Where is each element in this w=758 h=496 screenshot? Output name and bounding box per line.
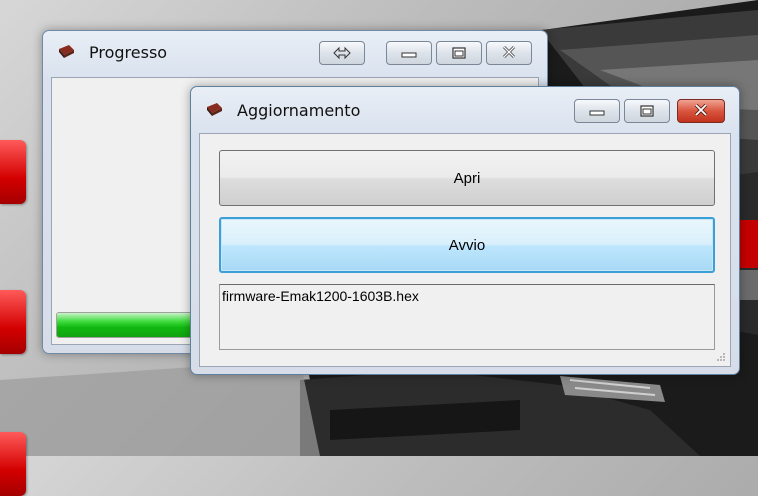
side-tab-red[interactable] bbox=[0, 140, 26, 204]
start-button[interactable]: Avvio bbox=[219, 217, 715, 273]
progress-window-title: Progresso bbox=[89, 43, 168, 62]
progress-window-titlebar[interactable]: Progresso bbox=[43, 31, 547, 77]
close-button[interactable] bbox=[677, 99, 725, 123]
resize-button[interactable] bbox=[319, 41, 365, 65]
update-window-client: Apri Avvio firmware-Emak1200-1603B.hex bbox=[199, 133, 731, 367]
minimize-icon bbox=[589, 110, 605, 116]
close-icon bbox=[502, 45, 516, 59]
card-reader-icon bbox=[207, 103, 222, 116]
update-window-title: Aggiornamento bbox=[237, 101, 361, 120]
update-window: Aggiornamento Apri Avvio firmware-Emak12… bbox=[190, 86, 740, 375]
maximize-icon bbox=[640, 105, 654, 117]
minimize-button[interactable] bbox=[386, 41, 432, 65]
minimize-icon bbox=[401, 52, 417, 58]
double-arrow-icon bbox=[333, 46, 351, 60]
open-button[interactable]: Apri bbox=[219, 150, 715, 206]
maximize-button[interactable] bbox=[436, 41, 482, 65]
maximize-button[interactable] bbox=[624, 99, 670, 123]
output-textarea[interactable]: firmware-Emak1200-1603B.hex bbox=[219, 284, 715, 350]
close-icon bbox=[694, 103, 708, 117]
minimize-button[interactable] bbox=[574, 99, 620, 123]
close-button[interactable] bbox=[486, 41, 532, 65]
side-tab-red[interactable] bbox=[0, 432, 26, 496]
side-tab-red[interactable] bbox=[0, 290, 26, 354]
resize-grip-icon[interactable] bbox=[716, 352, 726, 362]
update-window-titlebar[interactable]: Aggiornamento bbox=[191, 87, 739, 133]
maximize-icon bbox=[452, 47, 466, 59]
card-reader-icon bbox=[59, 45, 74, 58]
